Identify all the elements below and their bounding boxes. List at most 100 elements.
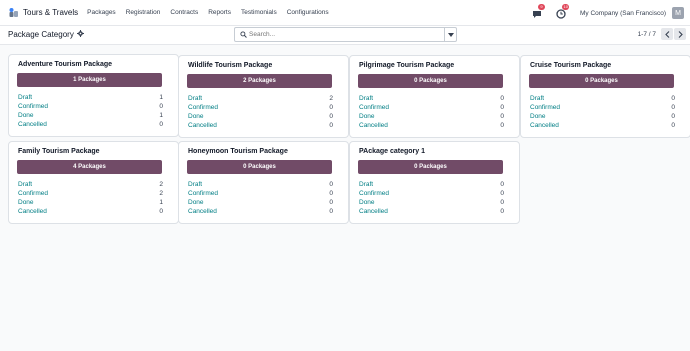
stat-label[interactable]: Cancelled <box>530 122 559 129</box>
stat-row-confirmed[interactable]: Confirmed 0 <box>18 102 163 111</box>
stat-label[interactable]: Cancelled <box>359 208 388 215</box>
stat-row-draft[interactable]: Draft 0 <box>359 180 504 189</box>
app-title[interactable]: Tours & Travels <box>23 8 78 17</box>
messages-icon[interactable]: 9 <box>532 4 546 19</box>
category-card[interactable]: Adventure Tourism Package 1 Packages Dra… <box>8 54 179 137</box>
stat-row-draft[interactable]: Draft 0 <box>188 180 333 189</box>
search-icon <box>240 31 247 38</box>
stat-row-done[interactable]: Done 1 <box>18 111 163 120</box>
stat-label[interactable]: Confirmed <box>18 103 48 110</box>
stat-label[interactable]: Cancelled <box>359 122 388 129</box>
stat-row-draft[interactable]: Draft 2 <box>18 180 163 189</box>
stat-row-confirmed[interactable]: Confirmed 0 <box>188 103 333 112</box>
stat-row-cancelled[interactable]: Cancelled 0 <box>188 207 333 216</box>
stat-label[interactable]: Draft <box>530 95 544 102</box>
stat-row-cancelled[interactable]: Cancelled 0 <box>530 121 675 130</box>
stat-label[interactable]: Confirmed <box>530 104 560 111</box>
stat-row-done[interactable]: Done 0 <box>359 112 504 121</box>
gear-icon[interactable] <box>76 30 84 39</box>
category-card[interactable]: Family Tourism Package 4 Packages Draft 2… <box>8 141 179 224</box>
stat-label[interactable]: Cancelled <box>188 208 217 215</box>
stat-value: 0 <box>329 199 333 206</box>
stat-value: 0 <box>500 122 504 129</box>
stat-label[interactable]: Done <box>188 113 204 120</box>
stat-label[interactable]: Done <box>188 199 204 206</box>
stat-value: 0 <box>159 121 163 128</box>
stat-label[interactable]: Done <box>359 113 375 120</box>
stat-label[interactable]: Confirmed <box>188 190 218 197</box>
top-navbar: Tours & Travels Packages Registration Co… <box>0 0 690 26</box>
caret-down-icon <box>447 32 454 37</box>
stat-value: 0 <box>671 104 675 111</box>
stat-row-done[interactable]: Done 1 <box>18 198 163 207</box>
stat-row-confirmed[interactable]: Confirmed 0 <box>359 189 504 198</box>
category-card[interactable]: Honeymoon Tourism Package 0 Packages Dra… <box>178 141 349 224</box>
packages-button[interactable]: 4 Packages <box>17 160 162 174</box>
stat-row-cancelled[interactable]: Cancelled 0 <box>359 121 504 130</box>
stat-label[interactable]: Done <box>359 199 375 206</box>
stat-label[interactable]: Confirmed <box>188 104 218 111</box>
stat-row-cancelled[interactable]: Cancelled 0 <box>18 207 163 216</box>
stat-row-cancelled[interactable]: Cancelled 0 <box>359 207 504 216</box>
app-logo-icon[interactable] <box>8 7 19 18</box>
packages-button[interactable]: 1 Packages <box>17 73 162 87</box>
avatar[interactable]: M <box>672 7 684 19</box>
menu-reports[interactable]: Reports <box>208 9 231 16</box>
menu-contracts[interactable]: Contracts <box>170 9 198 16</box>
stat-label[interactable]: Draft <box>359 181 373 188</box>
card-title: Adventure Tourism Package <box>18 61 113 68</box>
clock-icon[interactable]: 10 <box>556 4 570 19</box>
stat-label[interactable]: Draft <box>18 181 32 188</box>
stat-label[interactable]: Done <box>18 199 34 206</box>
stat-label[interactable]: Confirmed <box>359 190 389 197</box>
packages-button[interactable]: 0 Packages <box>358 160 503 174</box>
stat-label[interactable]: Confirmed <box>359 104 389 111</box>
stat-label[interactable]: Done <box>530 113 546 120</box>
stat-row-cancelled[interactable]: Cancelled 0 <box>188 121 333 130</box>
pager-value[interactable]: 1-7 / 7 <box>638 31 656 38</box>
category-card[interactable]: Pilgrimage Tourism Package 0 Packages Dr… <box>349 55 520 138</box>
pager-next-button[interactable] <box>674 28 686 40</box>
stat-row-done[interactable]: Done 0 <box>530 112 675 121</box>
stat-label[interactable]: Cancelled <box>188 122 217 129</box>
search-options-toggle[interactable] <box>444 28 456 41</box>
stat-row-draft[interactable]: Draft 2 <box>188 94 333 103</box>
stat-label[interactable]: Confirmed <box>18 190 48 197</box>
search-input[interactable] <box>247 28 444 41</box>
category-card[interactable]: PAckage category 1 0 Packages Draft 0 Con… <box>349 141 520 224</box>
messages-badge: 9 <box>538 4 546 10</box>
stat-row-confirmed[interactable]: Confirmed 0 <box>188 189 333 198</box>
stat-row-confirmed[interactable]: Confirmed 2 <box>18 189 163 198</box>
packages-button[interactable]: 0 Packages <box>529 74 674 88</box>
company-switcher[interactable]: My Company (San Francisco) <box>580 10 666 17</box>
stat-row-done[interactable]: Done 0 <box>188 112 333 121</box>
card-title: Family Tourism Package <box>18 148 100 155</box>
menu-testimonials[interactable]: Testimonials <box>241 9 277 16</box>
stat-label[interactable]: Draft <box>359 95 373 102</box>
category-card[interactable]: Cruise Tourism Package 0 Packages Draft 0… <box>520 55 690 138</box>
chevron-left-icon <box>664 30 669 38</box>
stat-label[interactable]: Cancelled <box>18 121 47 128</box>
pager-previous-button[interactable] <box>661 28 673 40</box>
stat-label[interactable]: Done <box>18 112 34 119</box>
stat-label[interactable]: Draft <box>188 181 202 188</box>
stat-label[interactable]: Draft <box>18 94 32 101</box>
stat-row-draft[interactable]: Draft 1 <box>18 93 163 102</box>
stat-row-done[interactable]: Done 0 <box>359 198 504 207</box>
stat-label[interactable]: Draft <box>188 95 202 102</box>
stat-label[interactable]: Cancelled <box>18 208 47 215</box>
menu-configurations[interactable]: Configurations <box>287 9 329 16</box>
stat-row-draft[interactable]: Draft 0 <box>359 94 504 103</box>
packages-button[interactable]: 2 Packages <box>187 74 332 88</box>
packages-button[interactable]: 0 Packages <box>187 160 332 174</box>
stat-row-draft[interactable]: Draft 0 <box>530 94 675 103</box>
stat-row-confirmed[interactable]: Confirmed 0 <box>530 103 675 112</box>
menu-registration[interactable]: Registration <box>126 9 161 16</box>
category-card[interactable]: Wildlife Tourism Package 2 Packages Draf… <box>178 55 349 138</box>
stat-value: 2 <box>329 95 333 102</box>
stat-row-done[interactable]: Done 0 <box>188 198 333 207</box>
packages-button[interactable]: 0 Packages <box>358 74 503 88</box>
stat-row-confirmed[interactable]: Confirmed 0 <box>359 103 504 112</box>
stat-row-cancelled[interactable]: Cancelled 0 <box>18 120 163 129</box>
menu-packages[interactable]: Packages <box>87 9 116 16</box>
